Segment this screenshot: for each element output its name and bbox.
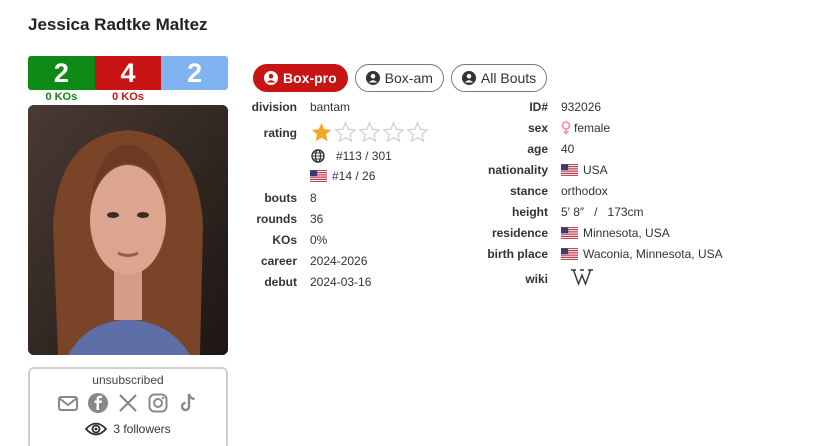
residence-text: Minnesota, USA xyxy=(583,226,670,240)
x-twitter-icon[interactable] xyxy=(117,392,139,414)
country-rank[interactable]: #14 / 26 xyxy=(310,169,375,183)
debut-value[interactable]: 2024-03-16 xyxy=(310,275,371,289)
rounds-label: rounds xyxy=(256,212,297,226)
id-label: ID# xyxy=(529,100,548,114)
email-icon[interactable] xyxy=(57,392,79,414)
instagram-icon[interactable] xyxy=(147,392,169,414)
rating-label: rating xyxy=(263,126,297,140)
world-rank[interactable]: #113 / 301 xyxy=(311,149,392,163)
stance-label: stance xyxy=(509,184,548,198)
country-rank-value: #14 / 26 xyxy=(332,169,376,183)
star-empty-icon xyxy=(334,121,357,143)
age-value: 40 xyxy=(561,142,575,156)
division-label: division xyxy=(251,100,297,114)
eye-icon xyxy=(85,422,108,436)
user-circle-icon xyxy=(264,71,278,85)
tab-box-pro[interactable]: Box-pro xyxy=(253,64,348,92)
nationality-value[interactable]: USA xyxy=(561,163,608,177)
career-value: 2024-2026 xyxy=(310,254,368,268)
tab-box-am[interactable]: Box-am xyxy=(354,64,444,92)
tiktok-icon[interactable] xyxy=(177,392,199,414)
user-circle-icon xyxy=(461,71,476,85)
losses-count: 4 xyxy=(94,56,162,90)
draws-count: 2 xyxy=(161,56,229,90)
wikipedia-icon[interactable] xyxy=(570,268,594,286)
birth-place-value[interactable]: Waconia, Minnesota, USA xyxy=(561,247,723,261)
tab-label: Box-pro xyxy=(283,70,337,86)
bouts-label: bouts xyxy=(264,191,297,205)
star-empty-icon xyxy=(382,121,405,143)
loss-kos: 0 KOs xyxy=(112,91,144,103)
star-filled-icon xyxy=(311,122,332,142)
birth-place-label: birth place xyxy=(487,247,548,261)
kos-label: KOs xyxy=(272,233,297,247)
kos-value: 0% xyxy=(310,233,328,247)
social-icons xyxy=(30,392,226,414)
tab-label: Box-am xyxy=(384,70,433,86)
followers-count: 3 followers xyxy=(113,422,171,436)
residence-label: residence xyxy=(491,226,548,240)
boxer-name: Jessica Radtke Maltez xyxy=(28,15,208,34)
star-empty-icon xyxy=(358,121,381,143)
residence-value[interactable]: Minnesota, USA xyxy=(561,226,670,240)
win-kos: 0 KOs xyxy=(45,91,78,103)
tab-all-bouts[interactable]: All Bouts xyxy=(450,64,548,92)
followers[interactable]: 3 followers xyxy=(30,421,226,437)
sex-value: female xyxy=(561,121,610,135)
usa-flag-icon xyxy=(561,248,578,260)
globe-icon xyxy=(311,149,325,163)
star-empty-icon xyxy=(406,121,429,143)
bouts-value: 8 xyxy=(310,191,317,205)
sex-text: female xyxy=(574,121,611,135)
tab-label: All Bouts xyxy=(480,70,537,86)
record-bar: 2 4 2 xyxy=(28,56,229,90)
ko-row: 0 KOs 0 KOs xyxy=(28,91,228,103)
female-symbol-icon xyxy=(561,121,571,135)
height-label: height xyxy=(512,205,548,219)
debut-label: debut xyxy=(264,275,297,289)
tab-bar: Box-pro Box-am All Bouts xyxy=(253,64,548,92)
user-circle-icon xyxy=(365,71,380,85)
career-label: career xyxy=(260,254,297,268)
facebook-icon[interactable] xyxy=(87,392,109,414)
height-value: 5′ 8″ / 173cm xyxy=(561,205,644,219)
stance-value: orthodox xyxy=(561,184,608,198)
boxer-photo xyxy=(28,105,228,355)
nationality-text: USA xyxy=(583,163,608,177)
id-value: 932026 xyxy=(561,100,602,114)
wins-count: 2 xyxy=(28,56,95,90)
usa-flag-icon xyxy=(310,170,327,182)
age-label: age xyxy=(527,142,548,156)
social-box: unsubscribed 3 followers xyxy=(28,367,228,446)
subscription-status[interactable]: unsubscribed xyxy=(30,373,226,387)
usa-flag-icon xyxy=(561,227,578,239)
world-rank-value: #113 / 301 xyxy=(336,149,392,163)
wiki-label: wiki xyxy=(525,272,548,286)
usa-flag-icon xyxy=(561,164,578,176)
division-value[interactable]: bantam xyxy=(310,100,350,114)
nationality-label: nationality xyxy=(487,163,548,177)
sex-label: sex xyxy=(527,121,548,135)
birth-place-text: Waconia, Minnesota, USA xyxy=(583,247,723,261)
rating-stars xyxy=(310,121,429,144)
rounds-value: 36 xyxy=(310,212,324,226)
